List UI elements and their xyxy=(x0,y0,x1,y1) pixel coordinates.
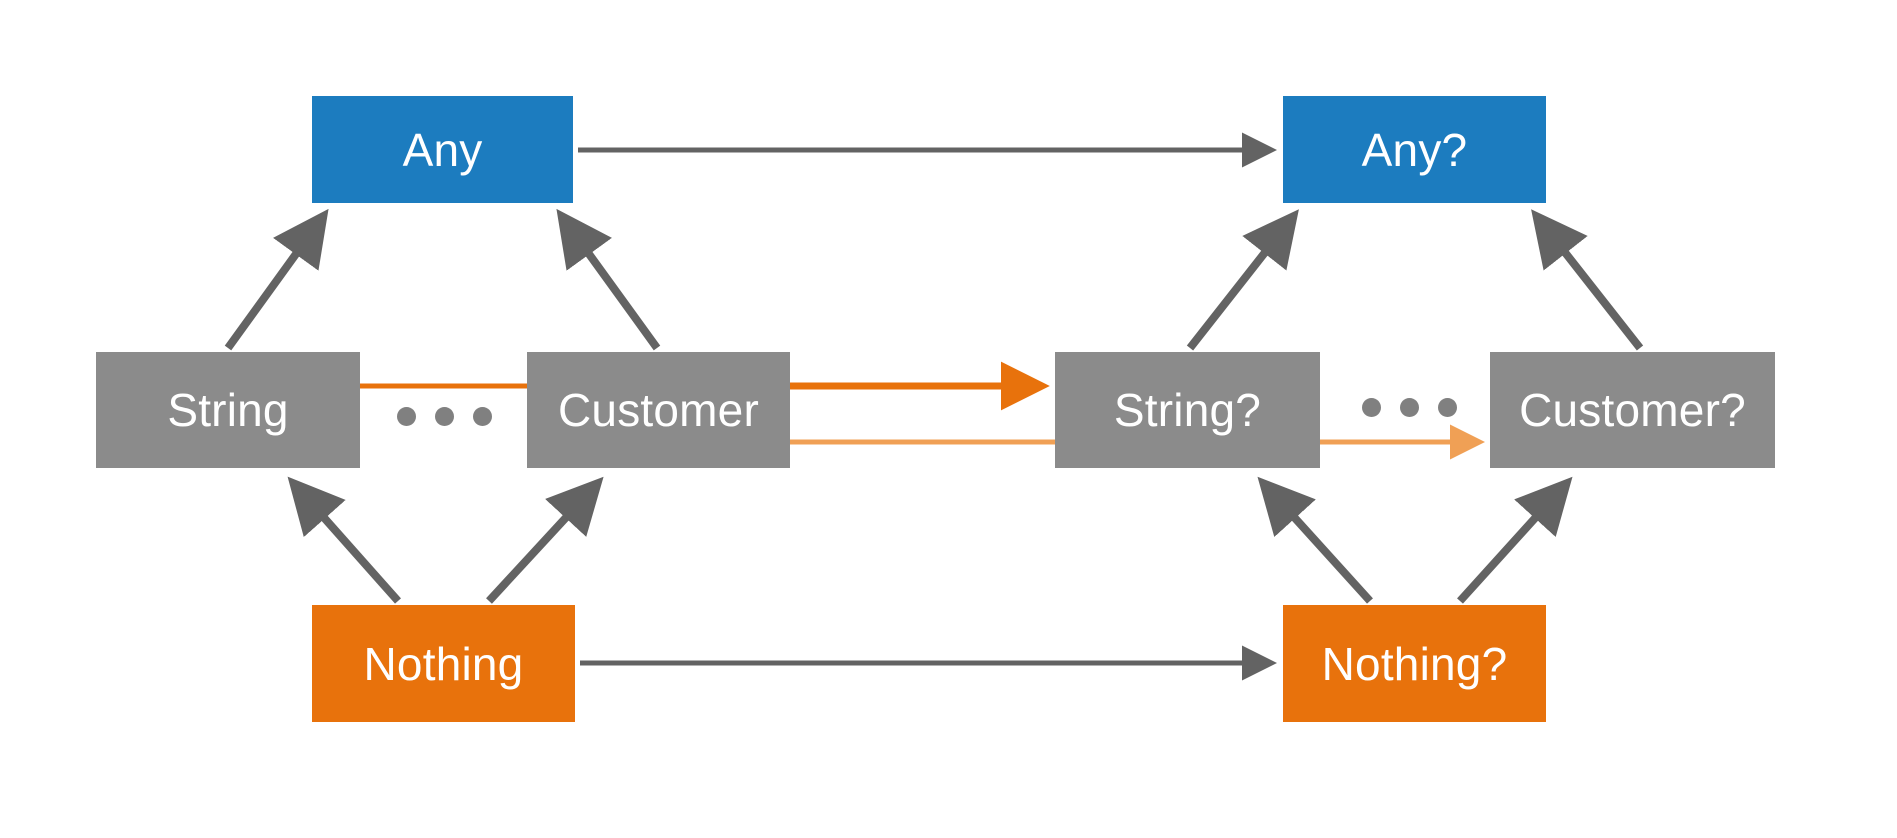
edge-customer-q-to-any-q xyxy=(1531,209,1644,351)
edge-string-q-to-any-q xyxy=(1186,209,1299,351)
node-any-nullable[interactable]: Any? xyxy=(1283,96,1546,203)
edge-string-to-any xyxy=(224,208,329,351)
ellipsis-dot xyxy=(473,406,492,426)
node-any[interactable]: Any xyxy=(312,96,573,203)
ellipsis-dot xyxy=(435,406,454,426)
node-customer[interactable]: Customer xyxy=(527,352,790,468)
node-customer-nullable[interactable]: Customer? xyxy=(1490,352,1775,468)
edge-nothing-to-string xyxy=(287,476,401,604)
node-nothing[interactable]: Nothing xyxy=(312,605,575,722)
ellipsis-left xyxy=(392,404,497,428)
ellipsis-dot xyxy=(1400,397,1419,417)
node-string-nullable[interactable]: String? xyxy=(1055,352,1320,468)
ellipsis-right xyxy=(1357,395,1462,419)
node-string[interactable]: String xyxy=(96,352,360,468)
edge-customer-to-any xyxy=(556,208,661,351)
edge-nothing-q-to-customer-q xyxy=(1457,476,1573,604)
node-nothing-nullable[interactable]: Nothing? xyxy=(1283,605,1546,722)
edge-nothing-to-customer xyxy=(486,476,604,604)
diagram-canvas: Any String Customer Nothing Any? String?… xyxy=(0,0,1897,838)
ellipsis-dot xyxy=(1362,397,1381,417)
ellipsis-dot xyxy=(1438,397,1457,417)
edge-nothing-q-to-string-q xyxy=(1257,476,1373,604)
ellipsis-dot xyxy=(397,406,416,426)
